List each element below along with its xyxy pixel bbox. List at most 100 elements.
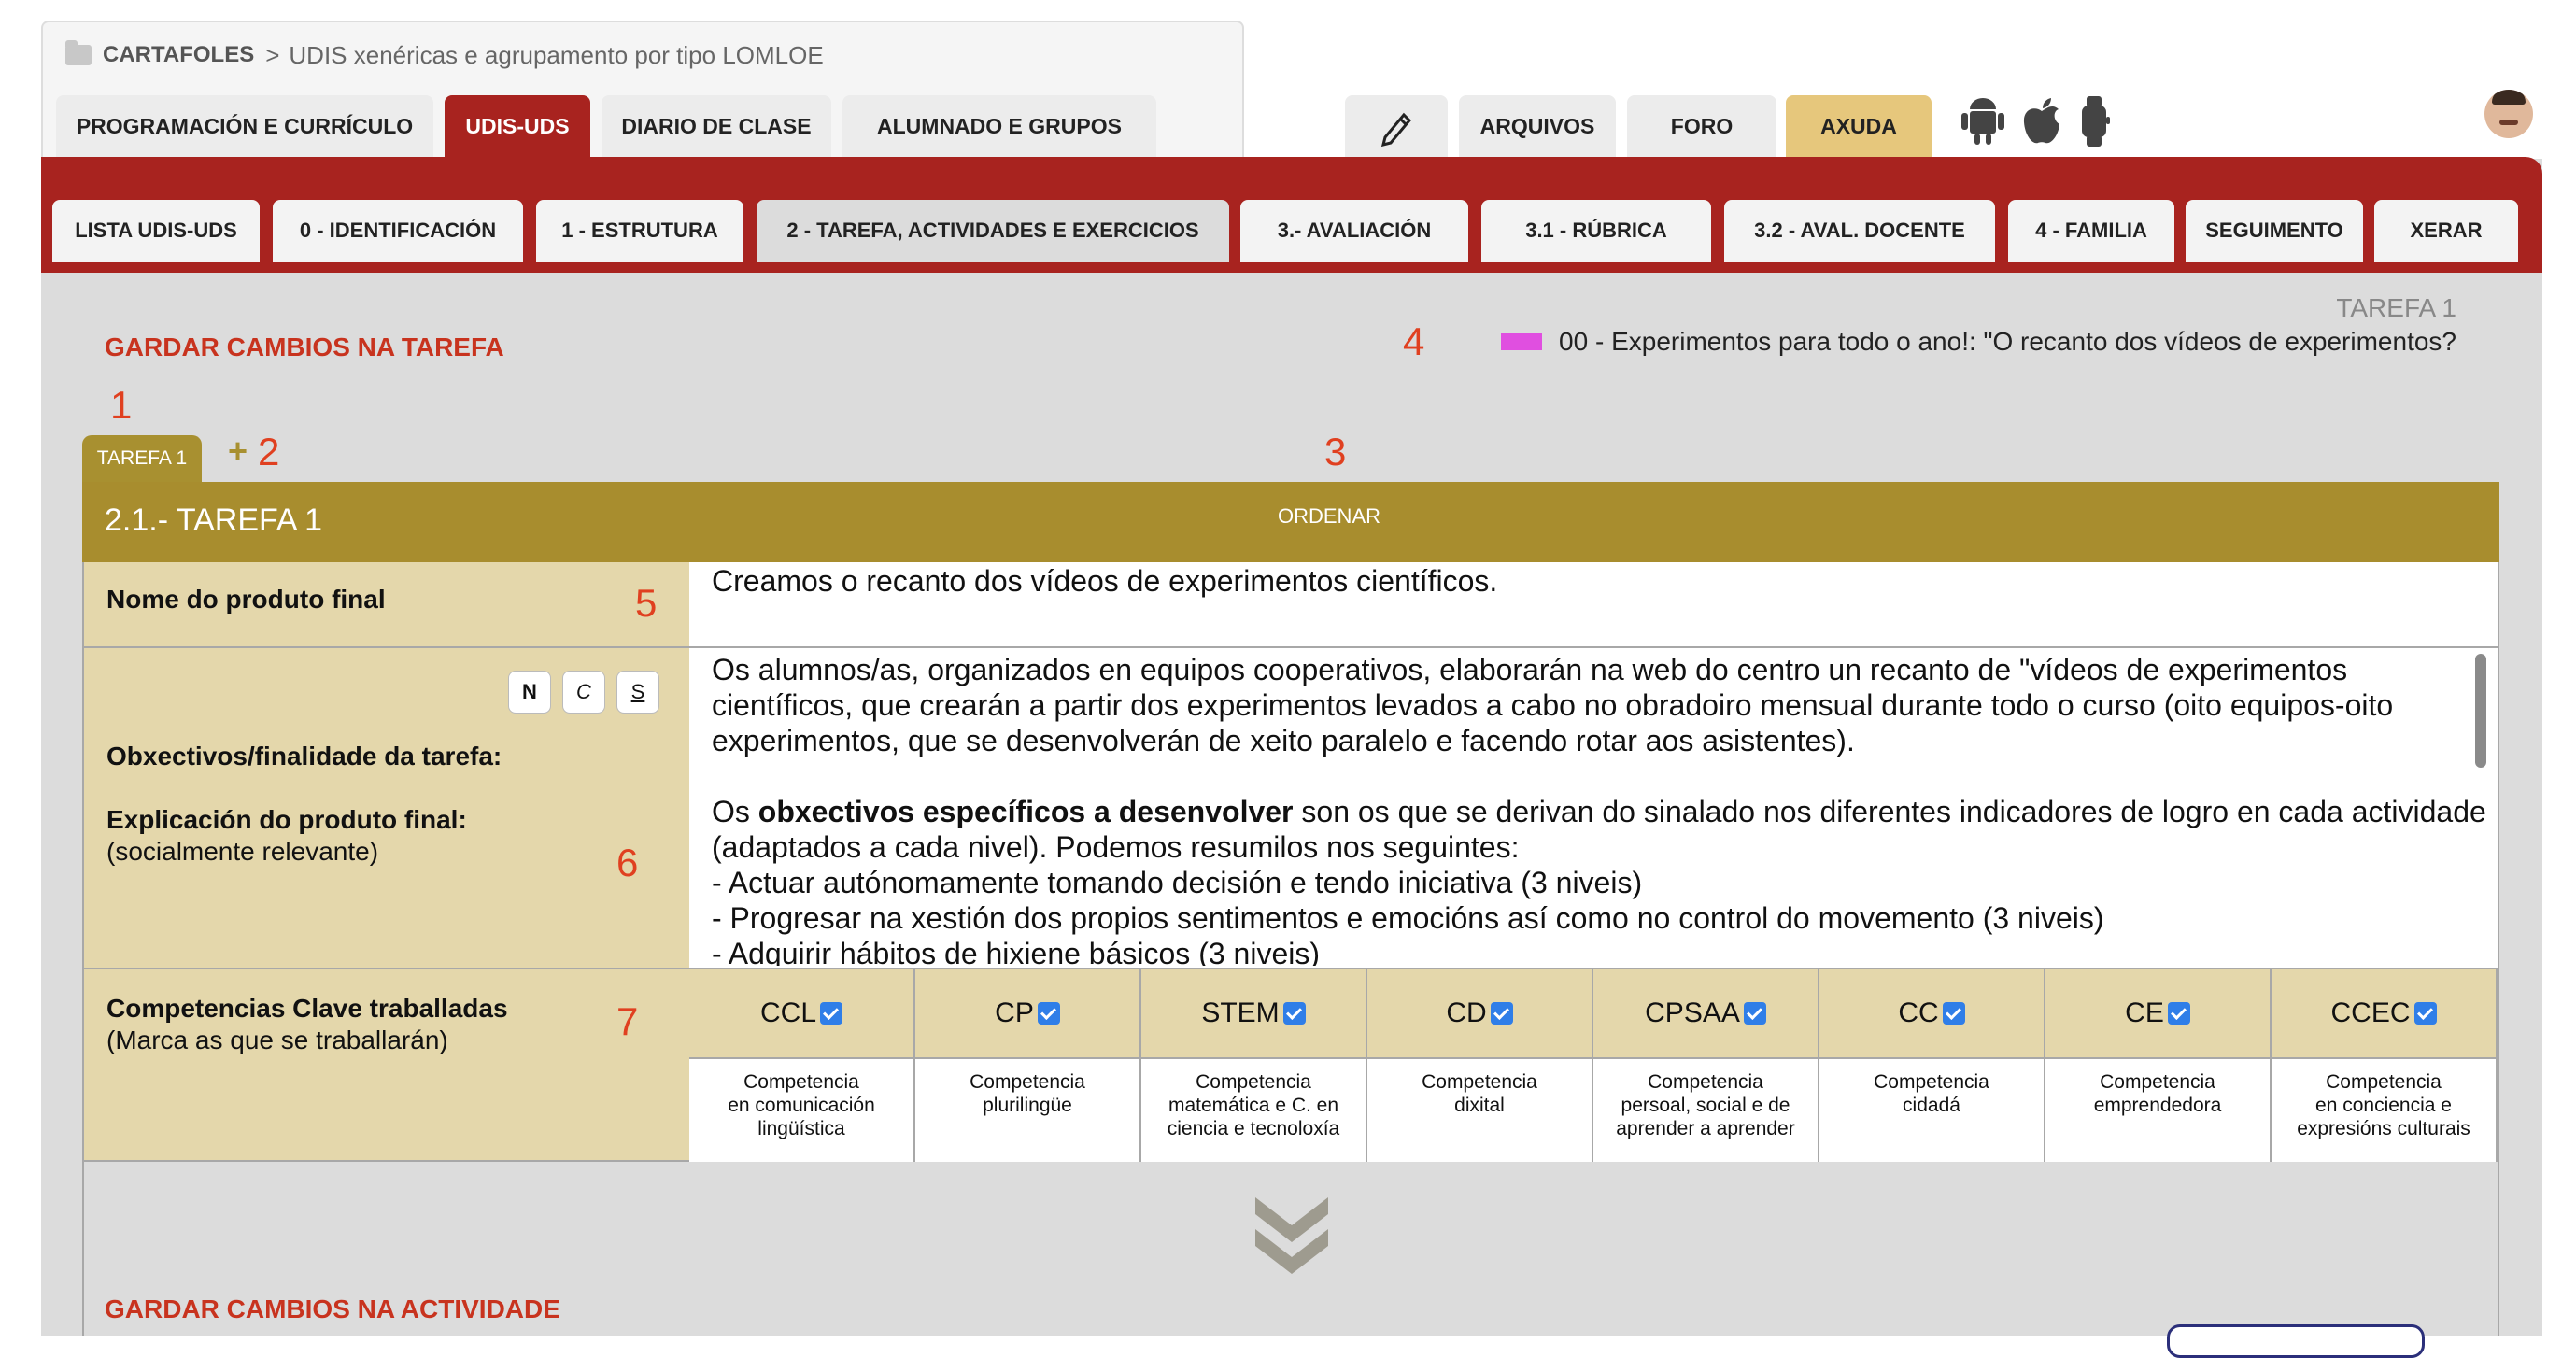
competencia-cp-desc: Competencia plurilingüe <box>915 1059 1139 1162</box>
marker-1: 1 <box>110 383 133 427</box>
expand-chevrons-icon[interactable] <box>1250 1192 1334 1276</box>
subtab-seguimento[interactable]: SEGUIMENTO <box>2186 200 2363 262</box>
cut-off-button[interactable] <box>2167 1324 2425 1358</box>
current-task-label: TAREFA 1 <box>2336 293 2456 322</box>
marker-6: 6 <box>616 841 639 884</box>
checkbox-checked-icon[interactable] <box>1282 1002 1306 1025</box>
competencia-ccec: CCEC Competencia en conciencia e expresión… <box>2272 969 2498 1162</box>
activity-title-text: 00 - Experimentos para todo o ano!: "O r… <box>1559 327 2456 356</box>
marker-4: 4 <box>1403 319 1425 363</box>
tab-alumnado-e-grupos[interactable]: ALUMNADO E GRUPOS <box>842 95 1156 157</box>
objectives-paragraph-1: Os alumnos/as, organizados en equipos co… <box>712 653 2394 757</box>
competencia-cd-desc: Competencia dixital <box>1367 1059 1592 1162</box>
pencil-button[interactable] <box>1345 95 1448 157</box>
objectives-scrollbar[interactable] <box>2475 654 2486 768</box>
competencia-cc-toggle[interactable]: CC <box>1819 969 2044 1059</box>
explanation-sublabel: (socialmente relevante) <box>106 837 379 866</box>
explanation-label: Explicación do produto final: <box>106 805 467 834</box>
objectives-label: Obxectivos/finalidade da tarefa: <box>106 742 502 771</box>
watch-app-button[interactable] <box>2075 93 2113 149</box>
tab-foro[interactable]: FORO <box>1627 95 1776 157</box>
marker-7: 7 <box>616 999 639 1043</box>
subtab-identificacion[interactable]: 0 - IDENTIFICACIÓN <box>273 200 523 262</box>
competencia-ccec-toggle[interactable]: CCEC <box>2272 969 2496 1059</box>
tab-udis-uds[interactable]: UDIS-UDS <box>445 95 590 157</box>
competencia-stem: STEM Competencia matemática e C. en cienci… <box>1141 969 1367 1162</box>
bold-button[interactable]: N <box>508 671 551 714</box>
subtab-tarefa-actividades[interactable]: 2 - TAREFA, ACTIVIDADES E EXERCICIOS <box>757 200 1229 262</box>
pencil-icon <box>1380 112 1412 147</box>
product-value: Creamos o recanto dos vídeos de experime… <box>712 564 1498 598</box>
breadcrumb-current: UDIS xenéricas e agrupamento por tipo LO… <box>289 40 824 69</box>
objectives-paragraph-2: Os obxectivos específicos a desenvolver … <box>712 795 2486 864</box>
subtab-rubrica[interactable]: 3.1 - RÚBRICA <box>1481 200 1711 262</box>
competencia-ccl: CCL Competencia en comunicación lingüístic… <box>689 969 915 1162</box>
product-label: Nome do produto final <box>106 585 386 614</box>
underline-button[interactable]: S <box>616 671 659 714</box>
android-icon <box>1961 98 2004 145</box>
competencia-cp-toggle[interactable]: CP <box>915 969 1139 1059</box>
ordenar-button[interactable]: ORDENAR <box>1278 504 1380 529</box>
subtab-xerar[interactable]: XERAR <box>2374 200 2518 262</box>
marker-3: 3 <box>1324 430 1347 474</box>
competencia-ccl-desc: Competencia en comunicación lingüística <box>689 1059 913 1162</box>
competencias-sublabel: (Marca as que se traballarán) <box>106 1026 448 1054</box>
competencia-cpsaa-desc: Competencia persoal, social e de aprender … <box>1593 1059 1818 1162</box>
competencia-ce-desc: Competencia emprendedora <box>2045 1059 2270 1162</box>
folder-icon <box>65 40 92 65</box>
tab-arquivos[interactable]: ARQUIVOS <box>1459 95 1616 157</box>
competencia-ccl-toggle[interactable]: CCL <box>689 969 913 1059</box>
checkbox-checked-icon[interactable] <box>2167 1002 2190 1025</box>
competencia-ccec-desc: Competencia en conciencia e expresións cul… <box>2272 1059 2496 1162</box>
tab-programacion[interactable]: PROGRAMACIÓN E CURRÍCULO <box>56 95 433 157</box>
breadcrumb-root[interactable]: CARTAFOLES <box>103 42 254 68</box>
competencia-ce: CE Competencia emprendedora <box>2045 969 2272 1162</box>
marker-2: 2 <box>258 430 280 474</box>
breadcrumb: CARTAFOLES > UDIS xenéricas e agrupament… <box>65 39 824 71</box>
competencias-row: CCL Competencia en comunicación lingüístic… <box>689 969 2498 1162</box>
breadcrumb-separator: > <box>265 40 280 69</box>
objectives-bullet-2: - Progresar na xestión dos propios senti… <box>712 901 2104 935</box>
checkbox-checked-icon[interactable] <box>2413 1002 2437 1025</box>
marker-5: 5 <box>635 581 658 625</box>
task-tab-1[interactable]: TAREFA 1 <box>82 435 202 482</box>
watch-icon <box>2082 96 2110 147</box>
competencia-cd-toggle[interactable]: CD <box>1367 969 1592 1059</box>
checkbox-checked-icon[interactable] <box>820 1002 842 1025</box>
competencia-ce-toggle[interactable]: CE <box>2045 969 2270 1059</box>
objectives-text: Os alumnos/as, organizados en equipos co… <box>712 652 2491 966</box>
competencia-cpsaa-toggle[interactable]: CPSAA <box>1593 969 1818 1059</box>
subtab-familia[interactable]: 4 - FAMILIA <box>2008 200 2174 262</box>
tab-diario-de-clase[interactable]: DIARIO DE CLASE <box>602 95 831 157</box>
apple-app-button[interactable] <box>2019 93 2064 149</box>
user-avatar[interactable] <box>2484 90 2533 138</box>
save-task-button[interactable]: GARDAR CAMBIOS NA TAREFA <box>105 332 504 362</box>
italic-button[interactable]: C <box>562 671 605 714</box>
activity-title[interactable]: 00 - Experimentos para todo o ano!: "O r… <box>1501 327 2456 357</box>
competencia-cpsaa: CPSAA Competencia persoal, social e de apr… <box>1593 969 1819 1162</box>
checkbox-checked-icon[interactable] <box>1743 1002 1766 1025</box>
competencias-label: Competencias Clave traballadas <box>106 994 508 1023</box>
competencia-cc: CC Competencia cidadá <box>1819 969 2045 1162</box>
apple-icon <box>2023 98 2059 144</box>
tab-axuda[interactable]: AXUDA <box>1786 95 1932 157</box>
subtab-lista-udis[interactable]: LISTA UDIS-UDS <box>52 200 260 262</box>
subtab-estrutura[interactable]: 1 - ESTRUTURA <box>536 200 743 262</box>
checkbox-checked-icon[interactable] <box>1037 1002 1060 1025</box>
competencia-cd: CD Competencia dixital <box>1367 969 1593 1162</box>
objectives-bullet-1: - Actuar autónomamente tomando decisión … <box>712 866 1643 899</box>
subtab-aval-docente[interactable]: 3.2 - AVAL. DOCENTE <box>1724 200 1995 262</box>
checkbox-checked-icon[interactable] <box>1490 1002 1513 1025</box>
add-task-button[interactable]: + <box>228 431 248 471</box>
objectives-bullet-3: - Adquirir hábitos de hixiene básicos (3… <box>712 937 1320 966</box>
competencia-cp: CP Competencia plurilingüe <box>915 969 1141 1162</box>
save-activity-button[interactable]: GARDAR CAMBIOS NA ACTIVIDADE <box>105 1294 560 1324</box>
task-section-title: 2.1.- TAREFA 1 <box>105 502 323 538</box>
competencia-stem-desc: Competencia matemática e C. en ciencia e t… <box>1141 1059 1366 1162</box>
android-app-button[interactable] <box>1958 93 2008 149</box>
objectives-spacer <box>712 758 2491 794</box>
subtab-avaliacion[interactable]: 3.- AVALIACIÓN <box>1240 200 1468 262</box>
competencia-cc-desc: Competencia cidadá <box>1819 1059 2044 1162</box>
checkbox-checked-icon[interactable] <box>1942 1002 1965 1025</box>
competencia-stem-toggle[interactable]: STEM <box>1141 969 1366 1059</box>
